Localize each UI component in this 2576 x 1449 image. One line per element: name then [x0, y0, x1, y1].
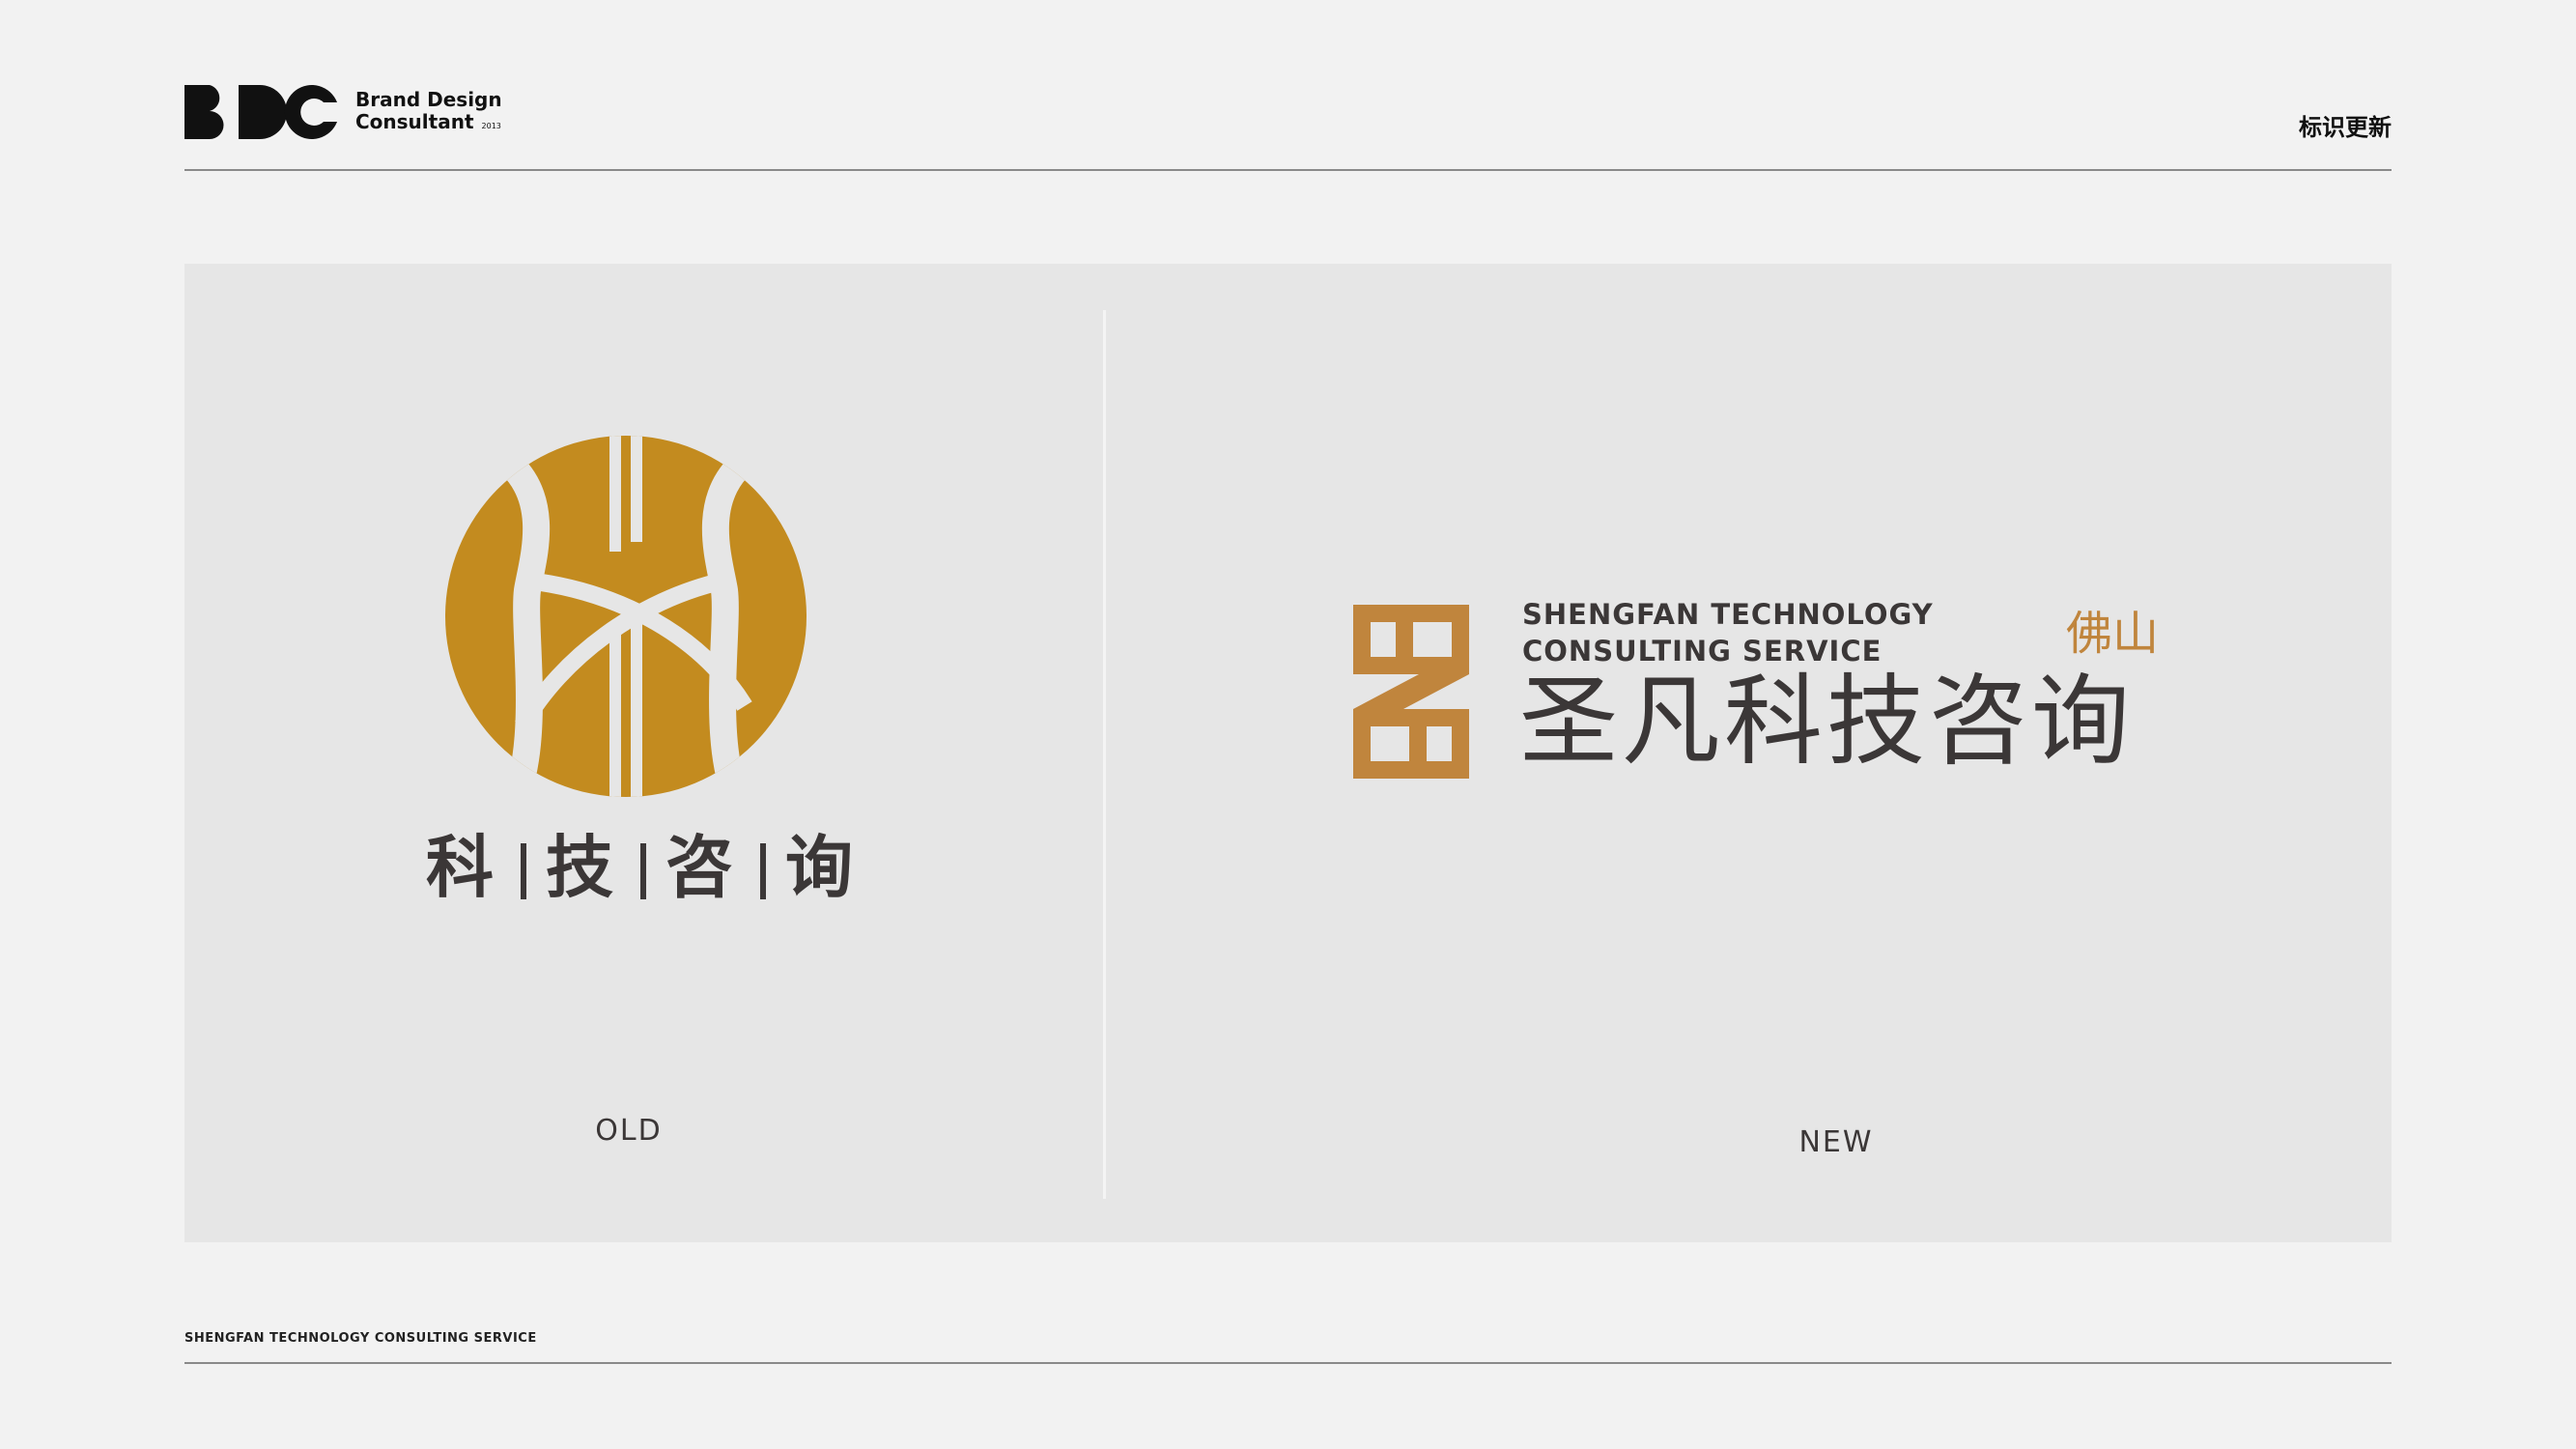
- separator-bar: [760, 843, 766, 899]
- old-name-char-4: 询: [785, 828, 853, 907]
- brand-line-2: Consultant: [355, 110, 474, 133]
- new-label: NEW: [1798, 1125, 1874, 1159]
- new-en-line-1: SHENGFAN TECHNOLOGY: [1522, 598, 1934, 631]
- old-logo-wordmark: 科 技 咨 询: [426, 824, 853, 911]
- new-logo-english-name: SHENGFAN TECHNOLOGY CONSULTING SERVICE: [1522, 596, 1934, 669]
- footer-divider: [184, 1362, 2392, 1364]
- panel-divider: [1103, 310, 1106, 1199]
- old-name-char-2: 技: [546, 828, 613, 907]
- new-logo-chinese-name: 圣凡科技咨询: [1519, 665, 2134, 780]
- bdc-logo-icon: [184, 85, 337, 139]
- new-logo-city: 佛山: [2066, 607, 2160, 661]
- footer-company-name: SHENGFAN TECHNOLOGY CONSULTING SERVICE: [184, 1331, 537, 1346]
- brand-year: 2013: [481, 122, 501, 130]
- separator-bar: [640, 843, 646, 899]
- page-tag: 标识更新: [2299, 114, 2392, 141]
- brand-name: Brand Design Consultant 2013: [355, 89, 502, 137]
- page-header: Brand Design Consultant 2013 标识更新: [184, 85, 2392, 170]
- header-divider: [184, 169, 2392, 171]
- logo-comparison-panel: 科 技 咨 询 OLD SHENGFAN TECHNOLOGY CONSULTI…: [184, 264, 2392, 1242]
- old-logo-emblem-icon: [445, 436, 807, 797]
- separator-bar: [521, 843, 526, 899]
- brand-line-1: Brand Design: [355, 88, 502, 111]
- old-name-char-1: 科: [426, 828, 494, 907]
- old-label: OLD: [595, 1114, 663, 1148]
- old-name-char-3: 咨: [665, 828, 733, 907]
- new-logo-mark-icon: [1353, 605, 1469, 779]
